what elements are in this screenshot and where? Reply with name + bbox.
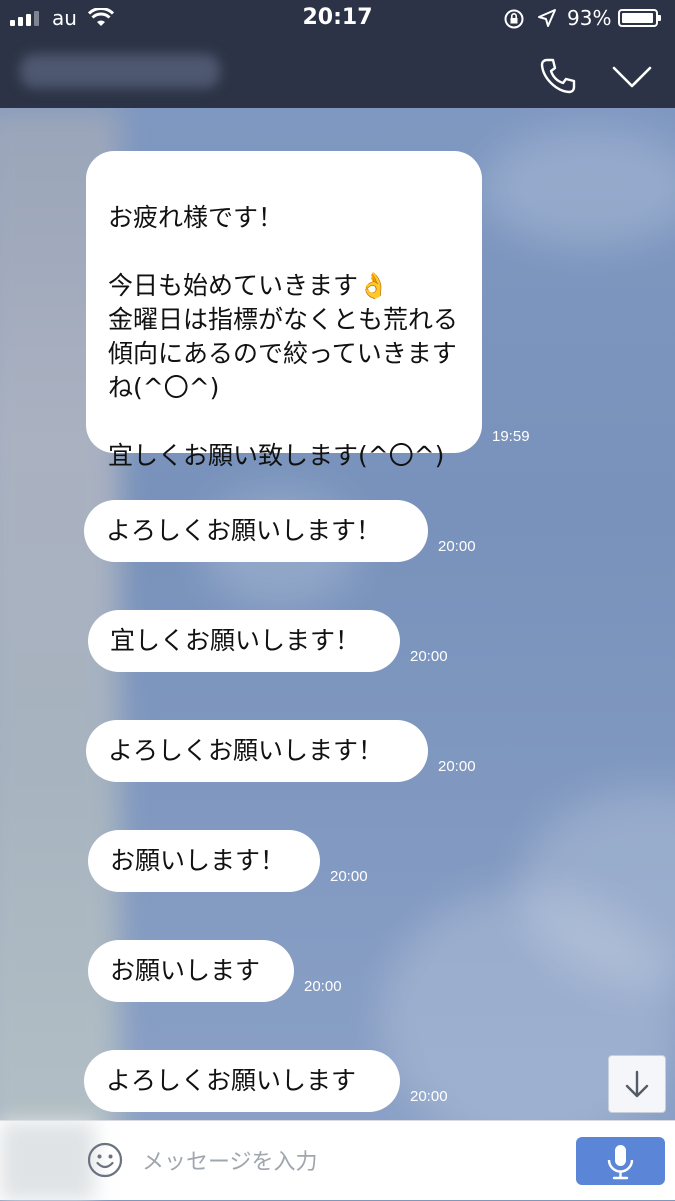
message-text: よろしくお願いします <box>106 1066 357 1095</box>
message-bubble[interactable]: よろしくお願いします！ <box>84 500 428 562</box>
message-text: よろしくお願いします！ <box>106 516 382 545</box>
message-bubble[interactable]: よろしくお願いします！ <box>86 720 428 782</box>
location-icon <box>538 9 556 27</box>
chevron-down-icon[interactable] <box>610 62 654 92</box>
emoji-icon[interactable] <box>86 1141 124 1179</box>
message-bubble[interactable]: お願いします <box>88 940 294 1002</box>
message-time: 19:59 <box>492 428 530 445</box>
message-text: お願いします <box>110 956 261 985</box>
message-text: お願いします！ <box>110 846 286 875</box>
message-text: お疲れ様です！ 今日も始めていきます👌 金曜日は指標がなくとも荒れる傾向にあるの… <box>108 203 459 470</box>
message-time: 20:00 <box>330 868 368 885</box>
microphone-icon <box>607 1145 634 1180</box>
chat-area[interactable]: お疲れ様です！ 今日も始めていきます👌 金曜日は指標がなくとも荒れる傾向にあるの… <box>0 108 675 1120</box>
battery-percent: 93% <box>567 6 612 30</box>
message-input[interactable] <box>140 1141 564 1183</box>
input-bar <box>0 1120 675 1201</box>
message-bubble[interactable]: 宜しくお願いします！ <box>88 610 400 672</box>
message-time: 20:00 <box>410 648 448 665</box>
message-bubble[interactable]: よろしくお願いします <box>84 1050 400 1112</box>
message-bubble[interactable]: お願いします！ <box>88 830 320 892</box>
message-bubble[interactable]: お疲れ様です！ 今日も始めていきます👌 金曜日は指標がなくとも荒れる傾向にあるの… <box>86 151 482 470</box>
chat-header <box>0 38 675 108</box>
arrow-down-icon <box>625 1070 649 1098</box>
message-time: 20:00 <box>438 758 476 775</box>
phone-icon[interactable] <box>538 56 578 96</box>
rotation-lock-icon <box>504 9 524 29</box>
message-text: 宜しくお願いします！ <box>110 626 361 655</box>
message-time: 20:00 <box>410 1088 448 1105</box>
message-time: 20:00 <box>304 978 342 995</box>
contact-name-blurred <box>20 54 220 88</box>
blurred-area <box>0 1121 95 1201</box>
message-text: よろしくお願いします！ <box>108 736 384 765</box>
mic-button[interactable] <box>576 1137 665 1185</box>
message-time: 20:00 <box>438 538 476 555</box>
scroll-to-bottom-button[interactable] <box>608 1055 666 1113</box>
status-bar: au 20:17 93% <box>0 0 675 38</box>
battery-icon <box>618 9 661 27</box>
